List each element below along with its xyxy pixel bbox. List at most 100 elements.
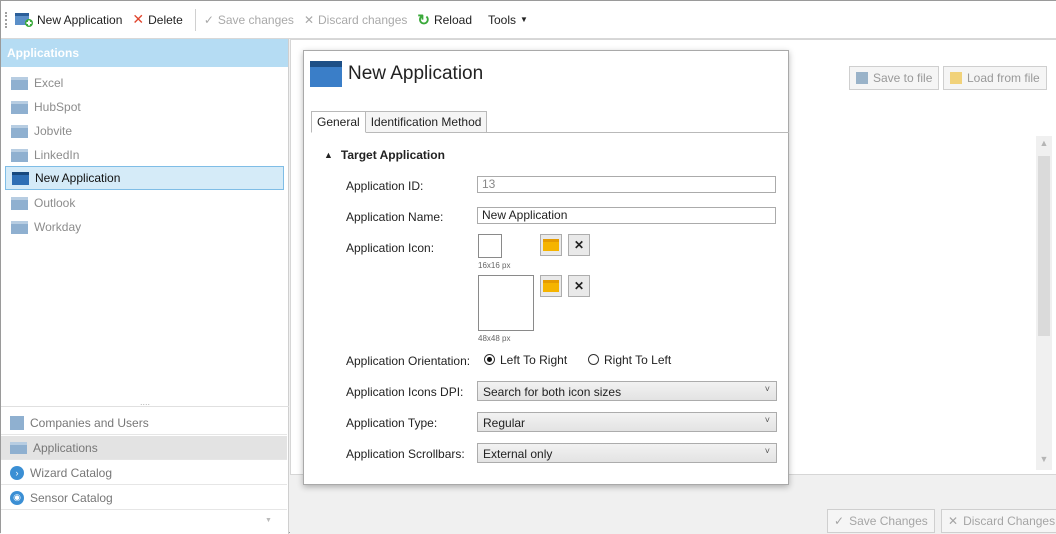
new-application-icon (15, 12, 33, 27)
application-id-field[interactable]: 13 (477, 176, 776, 193)
nav-label: Sensor Catalog (30, 490, 113, 505)
app-item-workday[interactable]: Workday (5, 216, 284, 238)
orientation-rtl-label: Right To Left (604, 353, 672, 367)
nav-companies-and-users[interactable]: Companies and Users (1, 411, 287, 435)
app-item-hubspot[interactable]: HubSpot (5, 96, 284, 118)
save-to-file-button[interactable]: Save to file (849, 66, 940, 90)
radio-unselected-icon (588, 354, 599, 365)
nav-sensor-catalog[interactable]: ◉ Sensor Catalog (1, 486, 287, 510)
app-item-label: New Application (35, 171, 121, 185)
app-item-label: HubSpot (34, 100, 81, 114)
nav-wizard-catalog[interactable]: › Wizard Catalog (1, 461, 287, 485)
icon-16-caption: 16x16 px (478, 261, 511, 270)
applications-header: Applications (1, 39, 288, 67)
tab-divider (311, 132, 789, 133)
tab-identification-method[interactable]: Identification Method (365, 111, 488, 133)
application-id-label: Application ID: (346, 179, 424, 193)
toolbar-grip[interactable] (5, 11, 9, 28)
application-icon (11, 196, 28, 210)
footer-save-changes-label: Save Changes (849, 514, 928, 528)
load-file-icon (950, 72, 962, 84)
chevron-down-icon: ˅ (764, 384, 770, 394)
reload-button[interactable]: ↻ Reload (417, 8, 472, 32)
clear-icon-16-button[interactable]: ✕ (568, 234, 590, 256)
panel-splitter[interactable]: .... (1, 398, 289, 407)
vertical-scrollbar[interactable]: ▲ ▼ (1036, 136, 1052, 470)
application-icon (12, 171, 29, 185)
new-application-label: New Application (37, 12, 123, 27)
dialog-title: New Application (348, 63, 484, 84)
folder-icon (543, 239, 559, 251)
radio-selected-icon (484, 354, 495, 365)
toolbar: New Application ✕ Delete ✓ Save changes … (1, 1, 1056, 39)
application-icon (11, 220, 28, 234)
application-type-value: Regular (483, 416, 526, 430)
close-icon: ✕ (573, 279, 585, 293)
discard-icon: ✕ (948, 514, 959, 528)
scroll-thumb[interactable] (1038, 156, 1050, 336)
orientation-label: Application Orientation: (346, 354, 471, 368)
section-target-application[interactable]: ▲ Target Application (324, 148, 445, 162)
chevron-down-icon: ˅ (764, 446, 770, 456)
wizard-icon: › (10, 465, 24, 480)
app-item-excel[interactable]: Excel (5, 72, 284, 94)
app-item-outlook[interactable]: Outlook (5, 192, 284, 214)
delete-label: Delete (148, 12, 183, 27)
app-item-new-application[interactable]: New Application (5, 166, 284, 190)
application-icon (11, 148, 28, 162)
app-item-jobvite[interactable]: Jobvite (5, 120, 284, 142)
chevron-up-icon: ▲ (324, 150, 333, 160)
footer-discard-changes-button[interactable]: ✕ Discard Changes (941, 509, 1056, 533)
application-icon (11, 124, 28, 138)
application-icon (10, 441, 27, 454)
icon-16-preview (478, 234, 502, 258)
checkmark-icon: ✓ (203, 12, 214, 27)
chevron-down-icon[interactable]: ▼ (265, 517, 272, 524)
application-type-select[interactable]: Regular ˅ (477, 412, 777, 432)
new-application-button[interactable]: New Application (15, 8, 122, 32)
dialog-tabs: General Identification Method (311, 111, 488, 133)
nav-label: Wizard Catalog (30, 465, 113, 480)
nav-label: Companies and Users (30, 415, 149, 430)
footer-discard-changes-label: Discard Changes (963, 514, 1056, 528)
browse-icon-16-button[interactable] (540, 234, 562, 256)
load-from-file-button[interactable]: Load from file (943, 66, 1047, 90)
tools-menu[interactable]: Tools ▼ (488, 8, 528, 32)
icons-dpi-select[interactable]: Search for both icon sizes ˅ (477, 381, 777, 401)
delete-icon: ✕ (132, 11, 145, 27)
save-changes-label: Save changes (217, 12, 294, 27)
footer-save-changes-button[interactable]: ✓ Save Changes (827, 509, 935, 533)
orientation-ltr-label: Left To Right (500, 353, 568, 367)
application-name-field[interactable]: New Application (477, 207, 776, 224)
tools-label: Tools (488, 12, 517, 27)
icons-dpi-value: Search for both icon sizes (483, 385, 622, 399)
new-application-dialog: New Application General Identification M… (303, 50, 789, 485)
nav-applications[interactable]: Applications (1, 436, 287, 460)
save-file-icon (856, 72, 868, 84)
application-type-label: Application Type: (346, 416, 438, 430)
app-window: New Application ✕ Delete ✓ Save changes … (0, 0, 1056, 534)
tab-general[interactable]: General (311, 111, 366, 133)
checkmark-icon: ✓ (834, 514, 845, 528)
discard-changes-button[interactable]: ✕ Discard changes (304, 8, 407, 32)
folder-icon (543, 280, 559, 292)
chevron-down-icon: ▼ (520, 15, 528, 24)
app-item-linkedin[interactable]: LinkedIn (5, 144, 284, 166)
clear-icon-48-button[interactable]: ✕ (568, 275, 590, 297)
delete-button[interactable]: ✕ Delete (132, 8, 182, 32)
discard-icon: ✕ (303, 12, 314, 27)
scrollbars-label: Application Scrollbars: (346, 447, 465, 461)
chevron-down-icon: ˅ (764, 415, 770, 425)
orientation-rtl-radio[interactable]: Right To Left (588, 353, 671, 367)
app-item-label: Outlook (34, 196, 76, 210)
scrollbars-select[interactable]: External only ˅ (477, 443, 777, 463)
browse-icon-48-button[interactable] (540, 275, 562, 297)
scroll-up-icon[interactable]: ▲ (1036, 138, 1052, 152)
orientation-ltr-radio[interactable]: Left To Right (484, 353, 567, 367)
icon-48-preview (478, 275, 534, 331)
scroll-down-icon[interactable]: ▼ (1036, 454, 1052, 468)
app-item-label: LinkedIn (34, 148, 80, 162)
save-changes-button[interactable]: ✓ Save changes (204, 8, 294, 32)
scrollbars-value: External only (483, 447, 553, 461)
app-item-label: Workday (34, 220, 82, 234)
